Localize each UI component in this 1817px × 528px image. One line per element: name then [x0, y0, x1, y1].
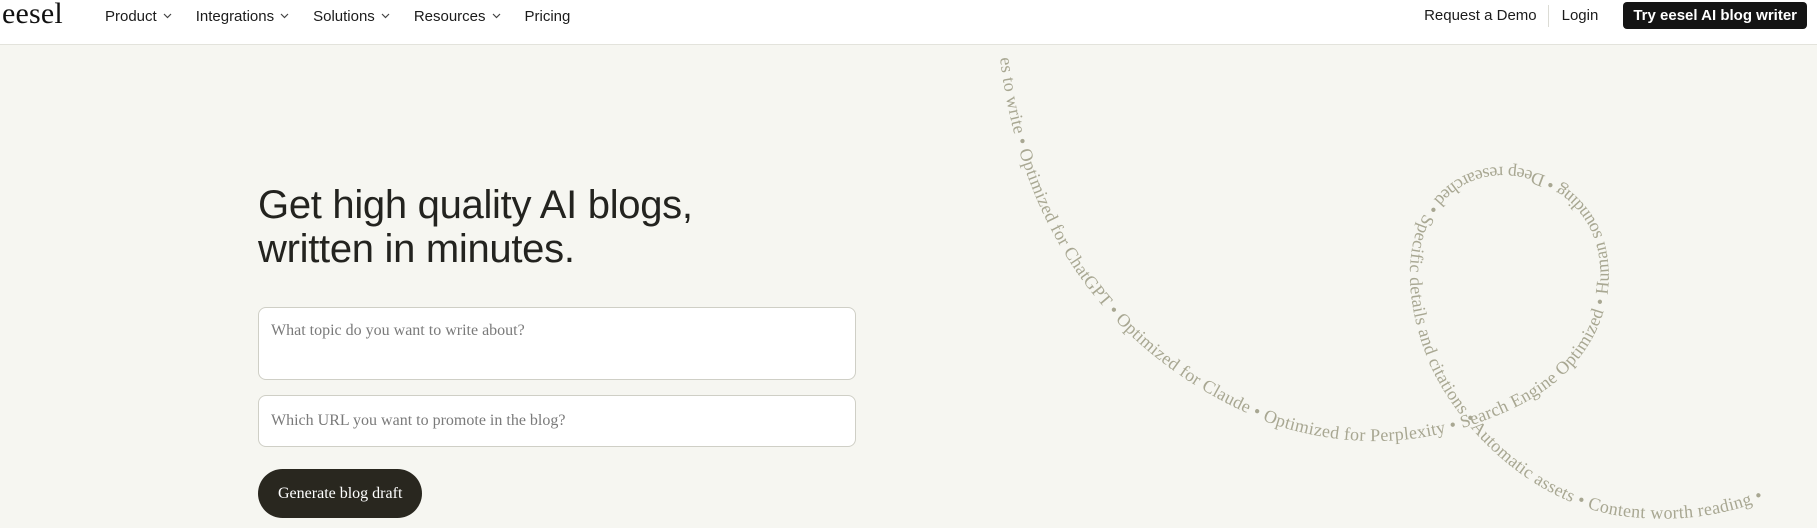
nav-item-solutions[interactable]: Solutions [313, 8, 390, 25]
nav-item-integrations[interactable]: Integrations [196, 8, 289, 25]
login-link[interactable]: Login [1562, 7, 1599, 24]
nav-item-label: Integrations [195, 7, 275, 25]
headline-line-2: written in minutes. [258, 227, 575, 271]
nav-item-pricing[interactable]: Pricing [525, 8, 571, 25]
eesel-logo[interactable]: eesel [2, 0, 63, 31]
ribbon-text: es to write • Optimized for ChatGPT • Op… [996, 56, 1765, 523]
nav-item-product[interactable]: Product [105, 8, 172, 25]
top-nav: eesel Product Integrations Solutions Res… [0, 0, 1817, 45]
nav-item-resources[interactable]: Resources [414, 8, 501, 25]
nav-item-label: Resources [413, 7, 486, 25]
try-blog-writer-button[interactable]: Try eesel AI blog writer [1623, 2, 1807, 29]
nav-item-label: Pricing [524, 7, 571, 25]
nav-divider [1547, 4, 1549, 27]
hero-headline: Get high quality AI blogs, written in mi… [258, 183, 693, 271]
chevron-down-icon [492, 13, 501, 19]
nav-actions: Request a Demo Login Try eesel AI blog w… [1424, 2, 1807, 29]
nav-item-label: Solutions [313, 7, 375, 25]
topic-input[interactable] [258, 307, 856, 380]
page: es to write • Optimized for ChatGPT • Op… [0, 0, 1817, 528]
main-menu: Product Integrations Solutions Resources [105, 0, 594, 32]
chevron-down-icon [280, 13, 289, 19]
generate-blog-draft-button[interactable]: Generate blog draft [258, 469, 423, 518]
headline-line-1: Get high quality AI blogs, [258, 183, 693, 227]
request-demo-link[interactable]: Request a Demo [1424, 7, 1537, 24]
chevron-down-icon [163, 13, 172, 19]
chevron-down-icon [381, 13, 390, 19]
nav-item-label: Product [105, 7, 157, 25]
url-input[interactable] [258, 395, 856, 447]
